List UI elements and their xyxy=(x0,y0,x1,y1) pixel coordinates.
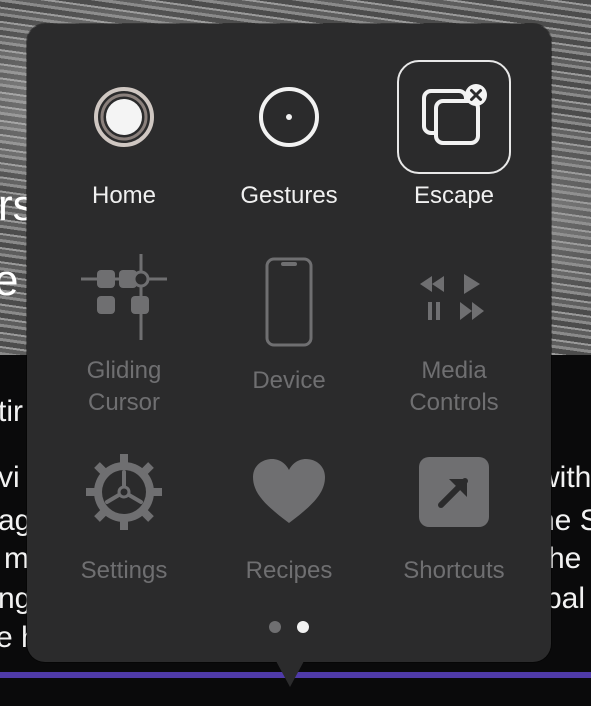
shortcuts-arrow-icon xyxy=(419,457,489,527)
menu-item-device[interactable]: Device xyxy=(206,239,372,419)
menu-item-gliding-cursor[interactable]: Gliding Cursor xyxy=(41,239,207,419)
menu-item-gestures[interactable]: Gestures xyxy=(206,54,372,234)
menu-item-label: Recipes xyxy=(245,557,333,584)
background-text-fragment: vi xyxy=(0,461,20,494)
menu-item-settings[interactable]: Settings xyxy=(41,429,207,609)
menu-item-label: Gliding Cursor xyxy=(86,357,162,416)
media-controls-icon xyxy=(420,274,484,320)
background-text-fragment: he xyxy=(548,542,582,575)
page-dot[interactable] xyxy=(269,621,281,633)
menu-item-escape[interactable]: Escape xyxy=(371,54,537,234)
assistive-touch-menu: Home Gestures Escape Gliding Cursor Devi… xyxy=(27,24,551,662)
menu-item-label: Home xyxy=(91,182,157,209)
page-dot-current[interactable] xyxy=(297,621,309,633)
menu-item-label: Media Controls xyxy=(409,357,499,416)
home-icon xyxy=(94,87,154,147)
menu-item-media-controls[interactable]: Media Controls xyxy=(371,239,537,419)
heart-icon xyxy=(253,459,325,523)
menu-item-shortcuts[interactable]: Shortcuts xyxy=(371,429,537,609)
escape-selected-frame xyxy=(397,60,511,174)
menu-item-label: Settings xyxy=(80,557,168,584)
escape-icon xyxy=(422,84,487,145)
menu-item-home[interactable]: Home xyxy=(41,54,207,234)
gliding-cursor-icon xyxy=(81,254,167,340)
menu-pointer-arrow xyxy=(276,661,304,687)
background-text-fragment: m xyxy=(4,542,29,575)
settings-gear-icon xyxy=(86,454,162,530)
background-text-fragment: bal xyxy=(545,582,586,615)
page-indicator[interactable] xyxy=(27,621,551,635)
menu-grid: Home Gestures Escape Gliding Cursor Devi… xyxy=(27,24,551,624)
menu-item-label: Shortcuts xyxy=(403,557,505,584)
menu-item-label: Gestures xyxy=(240,182,338,209)
menu-item-label: Device xyxy=(252,367,326,394)
background-text-fragment: tir xyxy=(0,395,23,428)
gestures-icon xyxy=(259,87,319,147)
device-icon xyxy=(265,257,313,347)
menu-item-label: Escape xyxy=(413,182,495,209)
menu-item-recipes[interactable]: Recipes xyxy=(206,429,372,609)
